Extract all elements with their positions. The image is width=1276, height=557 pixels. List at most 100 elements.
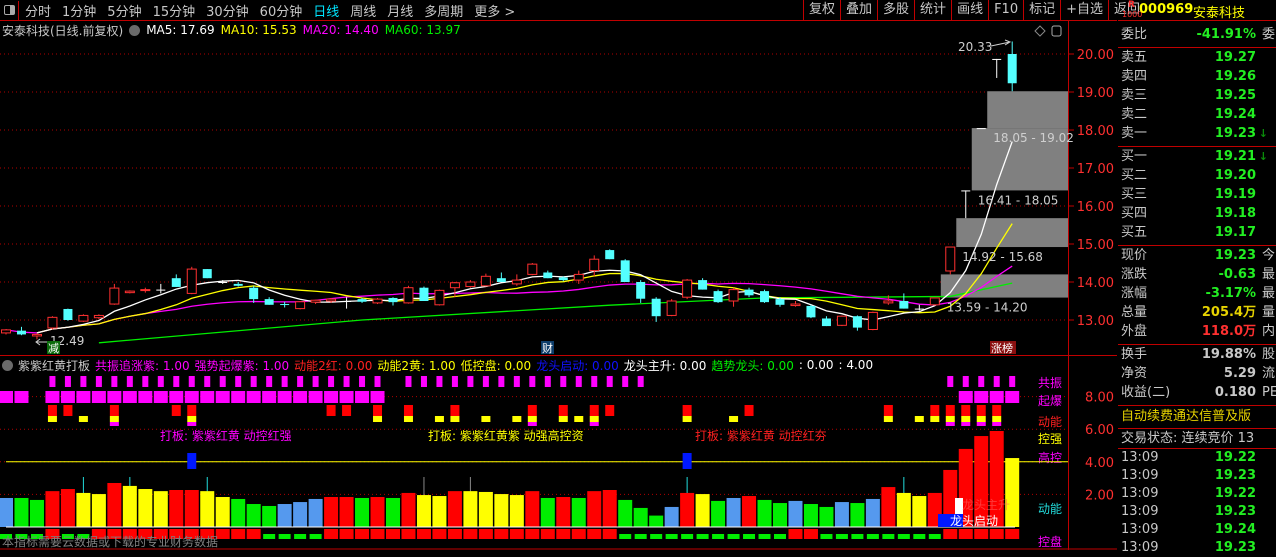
candle[interactable] <box>449 282 460 298</box>
candle[interactable] <box>186 266 197 295</box>
kline-chart[interactable]: 20.00 19.00 18.00 17.00 16.00 15.00 14.00 13.00… <box>0 0 1117 550</box>
candle[interactable] <box>589 255 600 277</box>
candle[interactable] <box>1 329 11 335</box>
toolbar-button[interactable]: 统计 <box>914 0 951 20</box>
candle[interactable] <box>636 280 646 303</box>
settings-circle-icon[interactable] <box>129 24 141 36</box>
toolbar-button[interactable]: 多股 <box>877 0 914 20</box>
tab-period[interactable]: 月线 <box>381 1 418 20</box>
candle[interactable] <box>852 315 862 331</box>
candle[interactable] <box>573 270 584 284</box>
candle[interactable] <box>465 280 476 288</box>
candle[interactable] <box>480 273 491 287</box>
toolbar-button[interactable]: +自选 <box>1060 0 1108 20</box>
candle[interactable] <box>836 315 847 327</box>
candle[interactable] <box>682 278 693 300</box>
candle[interactable] <box>310 299 321 305</box>
tab-period[interactable]: 分时 <box>19 1 56 20</box>
candle[interactable] <box>47 316 58 330</box>
candle[interactable] <box>713 289 723 303</box>
candle[interactable] <box>867 311 878 331</box>
candle[interactable] <box>914 304 924 311</box>
tab-period[interactable]: 更多 > <box>468 1 520 20</box>
panel-toggle-icon[interactable] <box>0 0 19 20</box>
tick-time: 13:09 <box>1121 504 1159 519</box>
candle[interactable] <box>651 297 661 322</box>
candle[interactable] <box>140 287 151 293</box>
candle[interactable] <box>249 285 259 303</box>
candle[interactable] <box>790 301 801 307</box>
candle[interactable] <box>899 293 909 309</box>
candle[interactable] <box>620 259 630 282</box>
candle[interactable] <box>929 297 940 306</box>
candle[interactable] <box>496 272 506 283</box>
candle[interactable] <box>728 287 739 307</box>
tab-period[interactable]: 30分钟 <box>200 1 254 20</box>
candle[interactable] <box>403 285 414 304</box>
resonance-mark <box>1009 376 1016 387</box>
tab-period[interactable]: 1分钟 <box>56 1 101 20</box>
toolbar-button[interactable]: 复权 <box>803 0 840 20</box>
candle[interactable] <box>527 263 538 276</box>
toolbar-button[interactable]: 叠加 <box>840 0 877 20</box>
bid-row-label: 买一 <box>1121 149 1148 164</box>
candle[interactable] <box>434 289 445 306</box>
reduce-badge[interactable]: 减 <box>48 342 59 355</box>
candle[interactable] <box>16 326 26 336</box>
toolbar-button[interactable]: 标记 <box>1023 0 1060 20</box>
candle[interactable] <box>543 270 553 279</box>
candle[interactable] <box>342 297 352 309</box>
candle[interactable] <box>63 308 73 321</box>
candle[interactable] <box>806 304 816 319</box>
toolbar-button[interactable]: F10 <box>988 0 1023 20</box>
candle[interactable] <box>202 269 212 279</box>
candle[interactable] <box>1007 41 1017 92</box>
toolbar-button[interactable]: 画线 <box>951 0 988 20</box>
candle[interactable] <box>233 282 243 287</box>
candle[interactable] <box>666 299 677 317</box>
maximize-icon[interactable] <box>1051 25 1062 37</box>
tab-period[interactable]: 周线 <box>344 1 381 20</box>
candle[interactable] <box>605 249 615 260</box>
fundamental-row-ext: 流 <box>1262 366 1276 381</box>
candle[interactable] <box>992 58 1002 78</box>
tab-period[interactable]: 日线 <box>307 1 344 20</box>
candle[interactable] <box>698 278 708 290</box>
candle[interactable] <box>264 297 274 305</box>
control-bar <box>525 529 540 539</box>
candle[interactable] <box>372 297 383 305</box>
momentum-yellow-mark <box>403 416 413 422</box>
candle[interactable] <box>31 333 42 340</box>
diamond-icon[interactable] <box>1034 25 1046 37</box>
candle[interactable] <box>511 274 522 286</box>
candle[interactable] <box>124 290 135 294</box>
momentum-bar <box>571 497 586 527</box>
candle[interactable] <box>295 301 306 310</box>
limit-up-badge[interactable]: 涨榜 <box>991 341 1013 355</box>
promo-link[interactable]: 自动续费通达信普及版 <box>1118 406 1276 428</box>
candle[interactable] <box>961 190 971 219</box>
fundamental-row-value: 5.29 <box>1223 366 1256 381</box>
candle[interactable] <box>280 301 290 308</box>
candle[interactable] <box>171 274 181 287</box>
quote-panel: R 1000 000969 安泰科技 委比 -41.91% 委卖五 19.27 卖四 19… <box>1118 0 1276 555</box>
tab-period[interactable]: 5分钟 <box>101 1 146 20</box>
stat-row-value: 205.4万 <box>1201 305 1256 320</box>
tab-period[interactable]: 60分钟 <box>254 1 308 20</box>
candle[interactable] <box>744 287 754 298</box>
finance-badge[interactable]: 财 <box>542 341 553 355</box>
candle[interactable] <box>156 283 166 294</box>
resonance-mark <box>312 376 319 387</box>
candle[interactable] <box>419 286 429 301</box>
candle[interactable] <box>388 297 398 306</box>
candle[interactable] <box>109 283 120 305</box>
candle[interactable] <box>976 128 986 130</box>
candle[interactable] <box>760 289 770 303</box>
candle[interactable] <box>821 316 831 327</box>
indicator-settings-icon[interactable] <box>2 359 13 371</box>
tab-period[interactable]: 15分钟 <box>147 1 201 20</box>
tab-period[interactable]: 多周期 <box>418 1 468 20</box>
candle[interactable] <box>78 314 89 322</box>
tick-price: 19.22 <box>1214 486 1256 501</box>
candle[interactable] <box>945 246 956 275</box>
